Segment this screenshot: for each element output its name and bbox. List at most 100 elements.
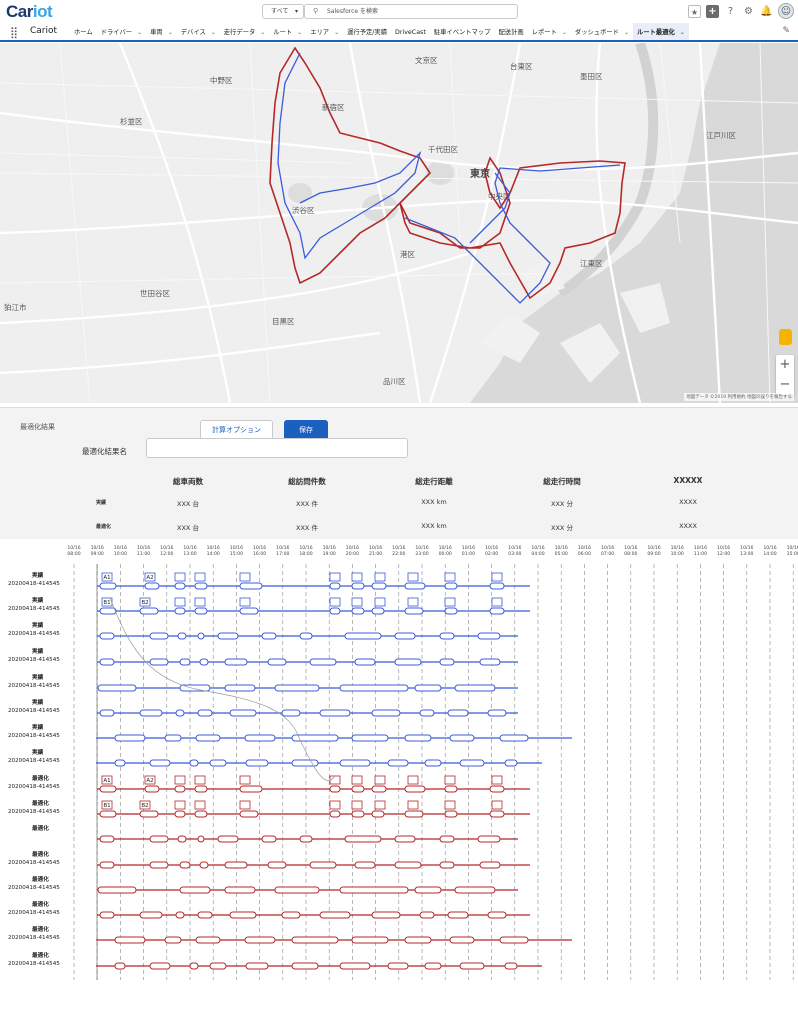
stop-segment[interactable] [394, 658, 422, 666]
stop-segment[interactable] [189, 759, 199, 767]
stop-pin-marker[interactable] [239, 775, 251, 785]
stop-segment[interactable] [299, 835, 313, 843]
chevron-down-icon[interactable]: ⌄ [297, 29, 302, 36]
stop-segment[interactable] [351, 936, 389, 944]
stop-pin-marker[interactable] [351, 800, 363, 810]
stop-segment[interactable] [454, 684, 496, 692]
stop-segment[interactable] [99, 835, 115, 843]
stop-segment[interactable] [504, 759, 518, 767]
stop-segment[interactable] [174, 810, 186, 818]
stop-segment[interactable] [329, 785, 341, 793]
stop-pin-marker[interactable] [351, 775, 363, 785]
nav-tab-8[interactable]: DriveCast [391, 23, 430, 42]
stop-segment[interactable] [114, 962, 126, 970]
stop-segment[interactable] [344, 632, 382, 640]
nav-tab-2[interactable]: 車両 ⌄ [146, 23, 177, 42]
stop-segment[interactable] [444, 810, 458, 818]
stop-segment[interactable] [97, 684, 137, 692]
stop-segment[interactable] [449, 936, 475, 944]
stop-segment[interactable] [477, 632, 501, 640]
chevron-down-icon[interactable]: ⌄ [624, 29, 629, 36]
stop-pin-marker[interactable] [407, 800, 419, 810]
stop-segment[interactable] [444, 607, 458, 615]
chevron-down-icon[interactable]: ⌄ [562, 29, 567, 36]
stop-segment[interactable] [424, 962, 442, 970]
stop-pin-marker[interactable] [374, 775, 386, 785]
stop-segment[interactable] [444, 785, 458, 793]
stop-segment[interactable] [197, 709, 213, 717]
stop-segment[interactable] [209, 962, 227, 970]
nav-tab-4[interactable]: 走行データ ⌄ [220, 23, 270, 42]
stop-segment[interactable] [179, 886, 211, 894]
stop-segment[interactable] [209, 759, 227, 767]
user-avatar[interactable]: ☺ [778, 3, 794, 19]
stop-pin-marker[interactable] [444, 775, 456, 785]
stop-segment[interactable] [139, 911, 163, 919]
stop-segment[interactable] [239, 607, 259, 615]
stop-segment[interactable] [489, 582, 505, 590]
stop-pin-marker[interactable] [444, 800, 456, 810]
stop-segment[interactable] [371, 582, 387, 590]
stop-segment[interactable] [149, 835, 169, 843]
stop-segment[interactable] [99, 911, 115, 919]
stop-segment[interactable] [229, 709, 257, 717]
stop-pin-marker[interactable] [239, 800, 251, 810]
stop-segment[interactable] [319, 709, 351, 717]
stop-segment[interactable] [114, 734, 146, 742]
stop-segment[interactable] [447, 709, 469, 717]
stop-segment[interactable] [371, 607, 385, 615]
stop-segment[interactable] [224, 861, 248, 869]
stop-segment[interactable] [439, 835, 455, 843]
stop-segment[interactable] [354, 861, 376, 869]
stop-segment[interactable] [224, 658, 248, 666]
chevron-down-icon[interactable]: ⌄ [211, 29, 216, 36]
stop-pin-marker[interactable] [491, 800, 503, 810]
stop-segment[interactable] [99, 810, 117, 818]
stop-segment[interactable] [444, 582, 458, 590]
stop-segment[interactable] [371, 709, 401, 717]
stop-segment[interactable] [339, 684, 409, 692]
stop-segment[interactable] [479, 658, 501, 666]
stop-pin-marker[interactable] [174, 775, 186, 785]
stop-segment[interactable] [387, 962, 409, 970]
stop-segment[interactable] [319, 911, 351, 919]
stop-segment[interactable] [175, 709, 185, 717]
stop-pin-marker[interactable] [194, 597, 206, 607]
stop-segment[interactable] [244, 936, 276, 944]
stop-segment[interactable] [419, 911, 435, 919]
stop-pin-marker[interactable] [374, 572, 386, 582]
stop-segment[interactable] [174, 582, 186, 590]
stop-segment[interactable] [267, 658, 287, 666]
stop-pin-marker[interactable] [351, 597, 363, 607]
stop-segment[interactable] [329, 810, 341, 818]
setup-gear-icon[interactable]: ⚙ [742, 5, 755, 18]
stop-pin-marker[interactable] [491, 775, 503, 785]
stop-segment[interactable] [224, 886, 256, 894]
stop-segment[interactable] [194, 582, 208, 590]
stop-segment[interactable] [199, 861, 209, 869]
stop-segment[interactable] [149, 658, 169, 666]
nav-tab-3[interactable]: デバイス ⌄ [177, 23, 220, 42]
stop-segment[interactable] [447, 911, 469, 919]
stop-segment[interactable] [97, 886, 137, 894]
stop-segment[interactable] [139, 607, 159, 615]
edit-nav-pencil-icon[interactable]: ✎ [782, 26, 790, 36]
stop-segment[interactable] [371, 911, 401, 919]
stop-segment[interactable] [194, 810, 208, 818]
stop-segment[interactable] [291, 936, 339, 944]
stop-segment[interactable] [487, 709, 507, 717]
stop-segment[interactable] [195, 936, 221, 944]
nav-tab-9[interactable]: 駐車イベントマップ [430, 23, 495, 42]
stop-segment[interactable] [404, 607, 424, 615]
stop-segment[interactable] [459, 962, 485, 970]
stop-segment[interactable] [339, 886, 409, 894]
nav-tab-1[interactable]: ドライバー ⌄ [97, 23, 146, 42]
stop-segment[interactable] [179, 861, 191, 869]
stop-segment[interactable] [371, 785, 387, 793]
stop-pin-marker[interactable] [491, 572, 503, 582]
stop-segment[interactable] [339, 759, 371, 767]
stop-segment[interactable] [261, 632, 277, 640]
stop-segment[interactable] [454, 886, 496, 894]
stop-segment[interactable] [414, 684, 442, 692]
stop-segment[interactable] [217, 632, 239, 640]
